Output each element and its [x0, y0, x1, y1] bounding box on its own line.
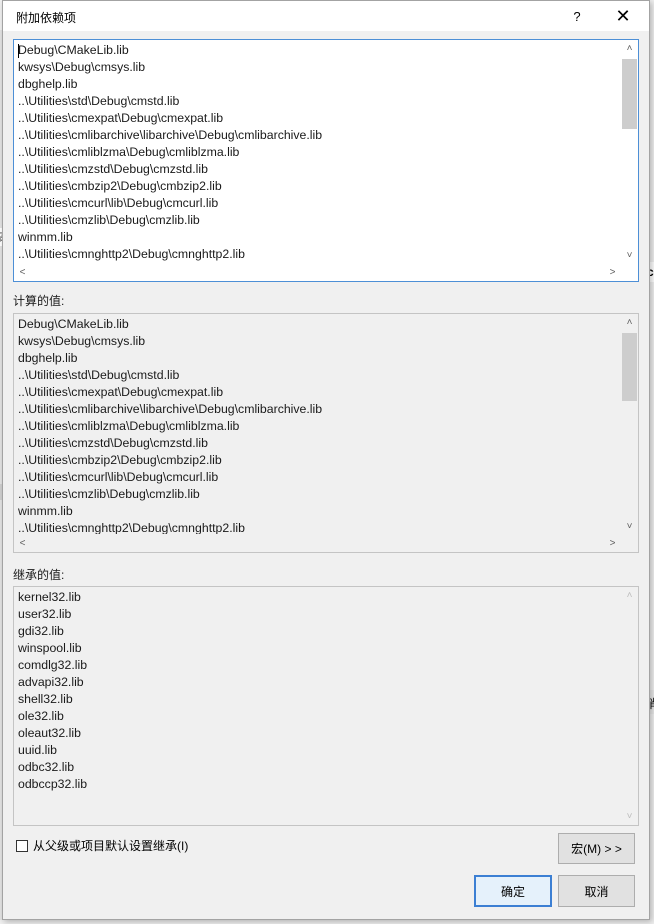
- list-line: ..\Utilities\cmbzip2\Debug\cmbzip2.lib: [18, 453, 222, 467]
- editor-scroll-thumb[interactable]: [622, 59, 637, 129]
- list-line: ..\Utilities\cmcurl\lib\Debug\cmcurl.lib: [18, 196, 219, 210]
- list-line: ..\Utilities\cmnghttp2\Debug\cmnghttp2.l…: [18, 521, 245, 534]
- scrollbar-corner: [621, 264, 638, 281]
- scroll-up-icon[interactable]: ˄: [621, 314, 638, 331]
- editor-lines: Debug\CMakeLib.lib kwsys\Debug\cmsys.lib d…: [18, 42, 618, 263]
- inherited-values-label: 继承的值:: [13, 568, 65, 582]
- list-line: kwsys\Debug\cmsys.lib: [18, 60, 146, 74]
- dependencies-editor[interactable]: Debug\CMakeLib.lib kwsys\Debug\cmsys.lib d…: [13, 39, 639, 282]
- list-line: winmm.lib: [18, 230, 73, 244]
- inherited-values-box: kernel32.lib user32.lib gdi32.lib winspool.…: [13, 586, 639, 826]
- list-line: ..\Utilities\std\Debug\cmstd.lib: [18, 368, 180, 382]
- list-line: ..\Utilities\cmliblzma\Debug\cmliblzma.l…: [18, 419, 240, 433]
- editor-horizontal-scrollbar[interactable]: ˂ ˃: [14, 264, 621, 281]
- scroll-left-icon[interactable]: ˂: [14, 535, 31, 552]
- list-line: Debug\CMakeLib.lib: [18, 317, 129, 331]
- macros-button-label: 宏(M) > >: [571, 842, 622, 856]
- scroll-right-icon[interactable]: ˃: [604, 535, 621, 552]
- evaluated-value-label: 计算的值:: [13, 294, 65, 308]
- evaluated-horizontal-scrollbar[interactable]: ˂ ˃: [14, 535, 621, 552]
- macros-button[interactable]: 宏(M) > >: [558, 833, 635, 864]
- list-line: ..\Utilities\cmlibarchive\libarchive\Deb…: [18, 128, 323, 142]
- inherited-vertical-scrollbar: ˄ ˅: [621, 587, 638, 825]
- list-line: dbghelp.lib: [18, 351, 78, 365]
- list-line: ..\Utilities\cmzstd\Debug\cmzstd.lib: [18, 162, 208, 176]
- additional-dependencies-dialog: 附加依赖项 ? ✕ Debug\CMakeLib.lib kwsys\Debug\…: [2, 0, 650, 920]
- list-line: uuid.lib: [18, 743, 57, 757]
- list-line: ..\Utilities\cmcurl\lib\Debug\cmcurl.lib: [18, 470, 219, 484]
- text-caret: [18, 44, 19, 58]
- list-line: kwsys\Debug\cmsys.lib: [18, 334, 146, 348]
- scroll-left-icon[interactable]: ˂: [14, 264, 31, 281]
- evaluated-scroll-thumb[interactable]: [622, 333, 637, 401]
- help-icon: ?: [573, 8, 581, 24]
- list-line: dbghelp.lib: [18, 77, 78, 91]
- ok-button-label: 确定: [500, 884, 525, 899]
- title-bar: 附加依赖项 ? ✕: [3, 1, 649, 31]
- list-line: odbc32.lib: [18, 760, 75, 774]
- close-button[interactable]: ✕: [601, 1, 645, 31]
- list-line: ..\Utilities\cmbzip2\Debug\cmbzip2.lib: [18, 179, 222, 193]
- list-line: kernel32.lib: [18, 590, 81, 604]
- list-line: comdlg32.lib: [18, 658, 88, 672]
- list-line: shell32.lib: [18, 692, 73, 706]
- cancel-button[interactable]: 取消: [558, 875, 635, 907]
- list-line: ..\Utilities\cmzlib\Debug\cmzlib.lib: [18, 487, 200, 501]
- evaluated-vertical-scrollbar[interactable]: ˄ ˅: [621, 314, 638, 535]
- evaluated-value-box: Debug\CMakeLib.lib kwsys\Debug\cmsys.lib d…: [13, 313, 639, 553]
- ok-button[interactable]: 确定: [474, 875, 552, 907]
- list-line: gdi32.lib: [18, 624, 64, 638]
- cancel-button-label: 取消: [584, 884, 609, 899]
- list-line: ..\Utilities\cmnghttp2\Debug\cmnghttp2.l…: [18, 247, 245, 261]
- list-line: advapi32.lib: [18, 675, 84, 689]
- scroll-down-icon: ˅: [626, 811, 633, 822]
- dialog-title: 附加依赖项: [16, 11, 77, 25]
- list-line: ole32.lib: [18, 709, 64, 723]
- list-line: winspool.lib: [18, 641, 82, 655]
- list-line: ..\Utilities\cmzlib\Debug\cmzlib.lib: [18, 213, 200, 227]
- list-line: ..\Utilities\cmexpat\Debug\cmexpat.lib: [18, 111, 224, 125]
- inherit-checkbox[interactable]: [16, 839, 28, 852]
- scroll-up-icon: ˄: [626, 590, 633, 601]
- help-button[interactable]: ?: [555, 1, 599, 31]
- evaluated-lines: Debug\CMakeLib.lib kwsys\Debug\cmsys.lib d…: [18, 316, 618, 534]
- scroll-down-icon[interactable]: ˅: [621, 518, 638, 535]
- list-line: ..\Utilities\std\Debug\cmstd.lib: [18, 94, 180, 108]
- list-line: winmm.lib: [18, 504, 73, 518]
- list-line: ..\Utilities\cmexpat\Debug\cmexpat.lib: [18, 385, 224, 399]
- editor-vertical-scrollbar[interactable]: ˄ ˅: [621, 40, 638, 264]
- list-line: ..\Utilities\cmliblzma\Debug\cmliblzma.l…: [18, 145, 240, 159]
- inherit-from-parent-checkbox-row[interactable]: 从父级或项目默认设置继承(I): [16, 837, 188, 854]
- list-line: Debug\CMakeLib.lib: [18, 43, 129, 57]
- inherited-lines: kernel32.lib user32.lib gdi32.lib winspool.…: [18, 589, 618, 823]
- list-line: ..\Utilities\cmlibarchive\libarchive\Deb…: [18, 402, 323, 416]
- close-icon: ✕: [615, 5, 631, 26]
- scroll-right-icon[interactable]: ˃: [604, 264, 621, 281]
- list-line: user32.lib: [18, 607, 72, 621]
- list-line: oleaut32.lib: [18, 726, 81, 740]
- scroll-up-icon[interactable]: ˄: [621, 40, 638, 57]
- scroll-down-icon[interactable]: ˅: [621, 247, 638, 264]
- list-line: odbccp32.lib: [18, 777, 88, 791]
- list-line: ..\Utilities\cmzstd\Debug\cmzstd.lib: [18, 436, 208, 450]
- inherit-checkbox-label[interactable]: 从父级或项目默认设置继承(I): [33, 837, 188, 854]
